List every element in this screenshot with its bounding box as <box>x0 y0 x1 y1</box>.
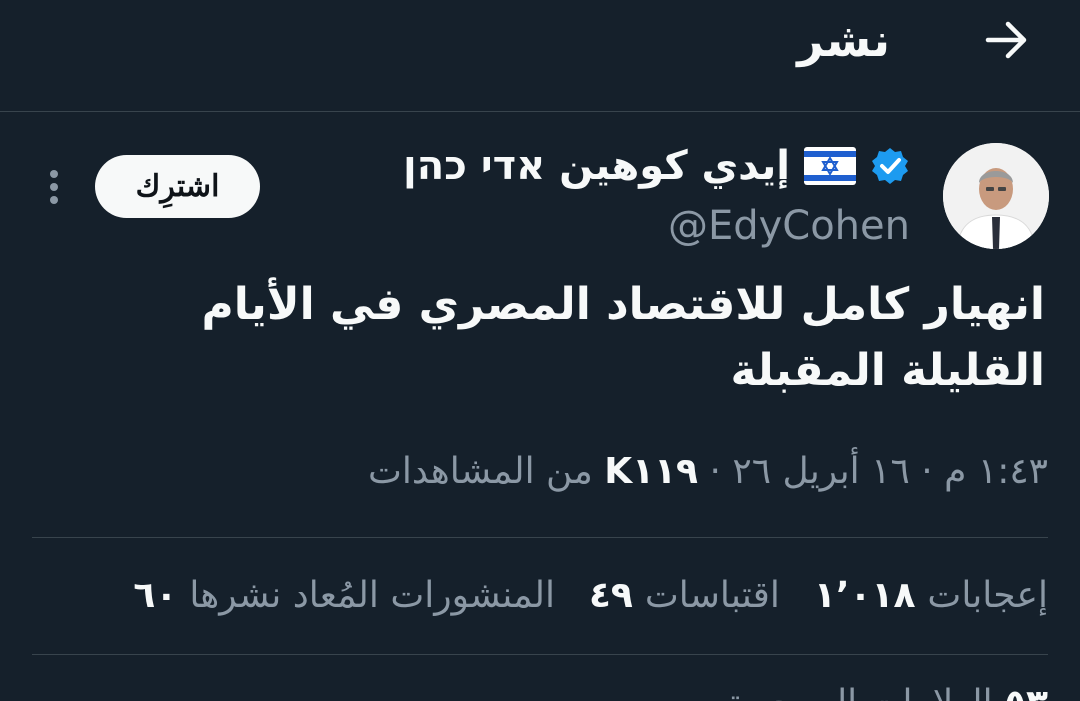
verified-badge-icon[interactable] <box>870 146 910 186</box>
views-label: من المشاهدات <box>367 451 593 492</box>
back-button[interactable] <box>977 12 1037 68</box>
tweet-text: انهيار كامل للاقتصاد المصري في الأيام ال… <box>201 279 1045 396</box>
likes-count: ١٬٠١٨ <box>813 575 916 616</box>
avatar-photo <box>943 143 1049 249</box>
more-vertical-icon <box>50 170 58 204</box>
arrow-right-icon <box>985 21 1027 59</box>
divider <box>32 654 1048 655</box>
bookmarks-count: ٥٣ <box>1004 683 1048 701</box>
likes-label: إعجابات <box>927 575 1048 616</box>
quotes-label: اقتباسات <box>644 575 780 616</box>
subscribe-button[interactable]: اشترِك <box>95 155 260 218</box>
reposts-count: ٦٠ <box>133 575 178 616</box>
more-options-button[interactable] <box>38 162 70 212</box>
top-bar: نشر <box>0 0 1080 112</box>
author-display-name[interactable]: إيدي كوهين אדי כהן <box>403 138 790 194</box>
bookmarks-label: العلامات المرجعية <box>726 683 993 701</box>
divider <box>32 537 1048 538</box>
tweet-meta: ١:٤٣ م · ١٦ أبريل ٢٦ · K١١٩ من المشاهدات <box>368 448 1048 496</box>
meta-separator: · <box>709 451 721 492</box>
stat-quotes[interactable]: ٤٩ اقتباسات <box>589 572 780 620</box>
author-name-row[interactable]: إيدي كوهين אדי כהן <box>403 138 910 194</box>
author-handle[interactable]: @EdyCohen <box>668 198 910 254</box>
page-title: نشر <box>797 13 890 67</box>
israel-flag-icon <box>804 147 856 185</box>
stat-likes[interactable]: ١٬٠١٨ إعجابات <box>814 572 1048 620</box>
views-count: K١١٩ <box>604 451 699 492</box>
stat-bookmarks[interactable]: ٥٣ العلامات المرجعية <box>726 680 1048 701</box>
stat-reposts[interactable]: ٦٠ المنشورات المُعاد نشرها <box>133 572 555 620</box>
tweet-detail-page: نشر إيدي كوهين אדי כהן @EdyCohen اشترِك … <box>0 0 1080 701</box>
quotes-count: ٤٩ <box>588 575 633 616</box>
engagement-stats: ٦٠ المنشورات المُعاد نشرها ٤٩ اقتباسات ١… <box>133 572 1048 620</box>
reposts-label: المنشورات المُعاد نشرها <box>189 575 555 616</box>
tweet-timestamp[interactable]: ١:٤٣ م · ١٦ أبريل ٢٦ <box>732 451 1048 492</box>
avatar[interactable] <box>943 143 1049 249</box>
